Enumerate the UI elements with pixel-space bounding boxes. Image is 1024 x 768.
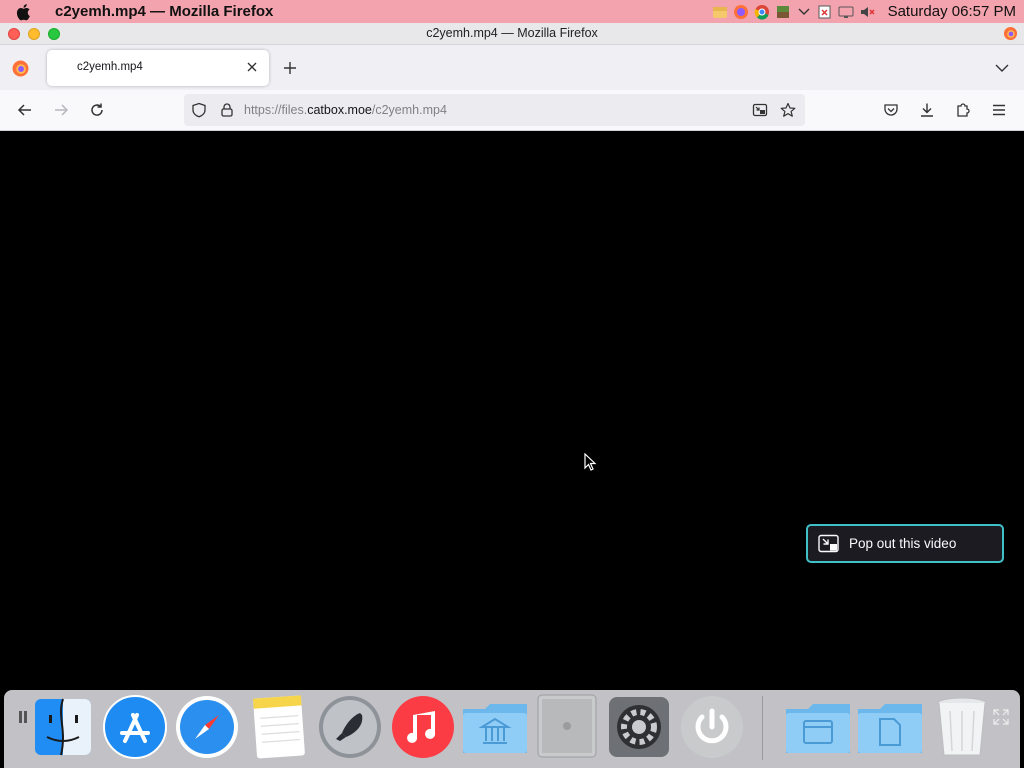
finder-tray-icon[interactable]	[712, 4, 728, 20]
dock-separator	[762, 696, 763, 760]
url-prefix: https://files.	[244, 103, 308, 117]
video-player[interactable]: Pop out this video	[0, 131, 1024, 691]
system-preferences-icon[interactable]	[607, 693, 671, 759]
finder-icon[interactable]	[33, 693, 93, 759]
hamburger-menu-icon	[993, 104, 1005, 116]
dock	[4, 690, 1020, 768]
new-tab-icon[interactable]	[281, 59, 299, 77]
fullscreen-arrows-icon[interactable]	[992, 708, 1010, 726]
trash-icon[interactable]	[934, 693, 990, 759]
pop-out-video-button[interactable]: Pop out this video	[806, 524, 1004, 563]
back-arrow-icon	[17, 104, 31, 116]
bookmark-star-icon[interactable]	[780, 102, 796, 118]
app-menu-button[interactable]	[990, 101, 1008, 119]
forward-button[interactable]	[52, 101, 70, 119]
apple-menu-icon[interactable]	[16, 3, 42, 21]
safari-icon[interactable]	[175, 693, 239, 759]
url-bar[interactable]: https://files.catbox.moe/c2yemh.mp4	[184, 94, 805, 126]
url-path: /c2yemh.mp4	[371, 103, 447, 117]
back-button[interactable]	[16, 101, 34, 119]
app-title[interactable]: c2yemh.mp4 — Mozilla Firefox	[55, 3, 273, 20]
minecraft-tray-icon[interactable]	[775, 4, 791, 20]
mac-pro-icon[interactable]	[534, 693, 600, 759]
clock[interactable]: Saturday 06:57 PM	[888, 3, 1016, 20]
dock-grip-icon	[19, 711, 27, 723]
reload-icon	[91, 103, 103, 116]
volume-muted-icon[interactable]	[859, 4, 875, 20]
downloads-button[interactable]	[918, 101, 936, 119]
firefox-view-icon[interactable]	[12, 60, 29, 77]
url-text: https://files.catbox.moe/c2yemh.mp4	[244, 103, 447, 117]
status-tray: Saturday 06:57 PM	[712, 0, 1024, 23]
url-host: catbox.moe	[307, 103, 372, 117]
tab-list-chevron-icon[interactable]	[994, 60, 1010, 76]
window-title-bar[interactable]: c2yemh.mp4 — Mozilla Firefox	[0, 23, 1024, 45]
chrome-tray-icon[interactable]	[754, 4, 770, 20]
flag-icon[interactable]	[817, 4, 833, 20]
navigation-toolbar: https://files.catbox.moe/c2yemh.mp4	[0, 90, 1024, 131]
firefox-icon	[1003, 26, 1018, 41]
lock-icon[interactable]	[219, 102, 235, 118]
music-icon[interactable]	[391, 693, 455, 759]
pop-out-video-label: Pop out this video	[849, 536, 957, 551]
downloads-folder-icon[interactable]	[856, 693, 924, 759]
applications-folder-icon[interactable]	[461, 693, 529, 759]
reload-button[interactable]	[88, 101, 106, 119]
display-icon[interactable]	[838, 4, 854, 20]
close-tab-icon[interactable]	[245, 60, 259, 74]
tracking-protection-shield-icon[interactable]	[191, 102, 207, 118]
download-icon	[921, 103, 933, 117]
app-store-icon[interactable]	[103, 693, 167, 759]
tab-label: c2yemh.mp4	[77, 61, 143, 73]
pocket-button[interactable]	[882, 101, 900, 119]
picture-in-picture-icon[interactable]	[752, 102, 768, 118]
extensions-button[interactable]	[954, 101, 972, 119]
picture-in-picture-icon	[818, 534, 839, 552]
puzzle-piece-icon	[957, 103, 970, 117]
firefox-tray-icon[interactable]	[733, 4, 749, 20]
mouse-pointer-icon	[584, 453, 597, 471]
tab-c2yemh[interactable]: c2yemh.mp4	[47, 50, 269, 86]
forward-arrow-icon	[55, 104, 69, 116]
menu-bar: c2yemh.mp4 — Mozilla Firefox Saturday 06…	[0, 0, 1024, 23]
tab-strip: c2yemh.mp4	[0, 45, 1024, 90]
launchpad-icon[interactable]	[318, 693, 382, 759]
notes-icon[interactable]	[249, 693, 309, 759]
documents-folder-icon[interactable]	[784, 693, 852, 759]
chevron-down-icon[interactable]	[796, 4, 812, 20]
window-title: c2yemh.mp4 — Mozilla Firefox	[426, 26, 598, 40]
pocket-icon	[884, 104, 898, 116]
power-icon[interactable]	[680, 693, 744, 759]
